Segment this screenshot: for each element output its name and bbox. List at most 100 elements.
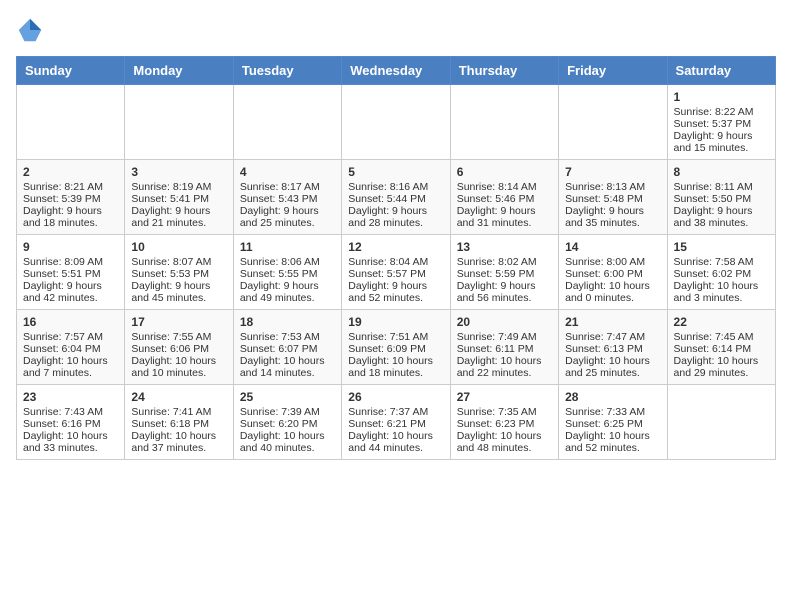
day-info: Sunset: 5:44 PM [348, 193, 443, 205]
calendar-cell: 10Sunrise: 8:07 AMSunset: 5:53 PMDayligh… [125, 235, 233, 310]
day-info: Daylight: 10 hours and 18 minutes. [348, 355, 443, 379]
day-info: Sunrise: 8:11 AM [674, 181, 769, 193]
day-number: 16 [23, 315, 118, 329]
day-info: Daylight: 10 hours and 52 minutes. [565, 430, 660, 454]
day-info: Daylight: 10 hours and 48 minutes. [457, 430, 552, 454]
day-info: Daylight: 9 hours and 21 minutes. [131, 205, 226, 229]
day-number: 12 [348, 240, 443, 254]
logo [16, 16, 48, 44]
calendar-cell: 13Sunrise: 8:02 AMSunset: 5:59 PMDayligh… [450, 235, 558, 310]
day-info: Daylight: 9 hours and 45 minutes. [131, 280, 226, 304]
day-info: Daylight: 9 hours and 35 minutes. [565, 205, 660, 229]
day-info: Sunset: 6:20 PM [240, 418, 335, 430]
day-info: Daylight: 10 hours and 25 minutes. [565, 355, 660, 379]
calendar-cell [342, 85, 450, 160]
calendar-cell [233, 85, 341, 160]
calendar-cell: 9 Sunrise: 8:09 AMSunset: 5:51 PMDaylight… [17, 235, 125, 310]
day-info: Sunset: 5:46 PM [457, 193, 552, 205]
day-number: 17 [131, 315, 226, 329]
calendar-cell [667, 385, 775, 460]
day-info: Sunset: 5:43 PM [240, 193, 335, 205]
calendar-cell: 11Sunrise: 8:06 AMSunset: 5:55 PMDayligh… [233, 235, 341, 310]
day-number: 13 [457, 240, 552, 254]
day-info: Sunset: 6:23 PM [457, 418, 552, 430]
day-info: Sunrise: 8:17 AM [240, 181, 335, 193]
calendar-table: SundayMondayTuesdayWednesdayThursdayFrid… [16, 56, 776, 460]
day-info: Sunset: 5:39 PM [23, 193, 118, 205]
day-info: Sunrise: 7:57 AM [23, 331, 118, 343]
day-info: Sunrise: 7:33 AM [565, 406, 660, 418]
day-info: Sunset: 6:21 PM [348, 418, 443, 430]
day-of-week-header: Thursday [450, 57, 558, 85]
day-number: 27 [457, 390, 552, 404]
day-info: Sunset: 5:51 PM [23, 268, 118, 280]
day-info: Daylight: 10 hours and 37 minutes. [131, 430, 226, 454]
calendar-cell [17, 85, 125, 160]
day-info: Sunset: 5:48 PM [565, 193, 660, 205]
day-info: Daylight: 10 hours and 10 minutes. [131, 355, 226, 379]
day-info: Sunset: 5:55 PM [240, 268, 335, 280]
day-number: 24 [131, 390, 226, 404]
day-info: Daylight: 10 hours and 29 minutes. [674, 355, 769, 379]
day-info: Sunset: 5:57 PM [348, 268, 443, 280]
calendar-cell: 23Sunrise: 7:43 AMSunset: 6:16 PMDayligh… [17, 385, 125, 460]
day-info: Sunrise: 7:45 AM [674, 331, 769, 343]
day-info: Sunset: 6:00 PM [565, 268, 660, 280]
day-info: Sunrise: 8:21 AM [23, 181, 118, 193]
calendar-cell: 15Sunrise: 7:58 AMSunset: 6:02 PMDayligh… [667, 235, 775, 310]
day-number: 22 [674, 315, 769, 329]
day-number: 28 [565, 390, 660, 404]
day-info: Sunrise: 7:43 AM [23, 406, 118, 418]
day-number: 6 [457, 165, 552, 179]
calendar-week-row: 9Sunrise: 8:09 AMSunset: 5:51 PMDaylight… [17, 235, 776, 310]
day-number: 2 [23, 165, 118, 179]
day-info: Sunrise: 7:51 AM [348, 331, 443, 343]
day-of-week-header: Sunday [17, 57, 125, 85]
day-info: Sunset: 6:13 PM [565, 343, 660, 355]
calendar-cell: 2Sunrise: 8:21 AMSunset: 5:39 PMDaylight… [17, 160, 125, 235]
day-info: Sunrise: 7:58 AM [674, 256, 769, 268]
day-number: 5 [348, 165, 443, 179]
day-number: 20 [457, 315, 552, 329]
calendar-cell: 27 Sunrise: 7:35 AMSunset: 6:23 PMDayligh… [450, 385, 558, 460]
calendar-cell: 21Sunrise: 7:47 AMSunset: 6:13 PMDayligh… [559, 310, 667, 385]
day-info: Sunset: 6:25 PM [565, 418, 660, 430]
calendar-cell [450, 85, 558, 160]
day-info: Sunset: 6:11 PM [457, 343, 552, 355]
day-info: Sunset: 6:09 PM [348, 343, 443, 355]
day-info: Sunset: 5:41 PM [131, 193, 226, 205]
day-info: Daylight: 9 hours and 42 minutes. [23, 280, 118, 304]
day-info: Sunrise: 7:35 AM [457, 406, 552, 418]
day-of-week-header: Wednesday [342, 57, 450, 85]
day-info: Daylight: 10 hours and 40 minutes. [240, 430, 335, 454]
calendar-cell: 22 Sunrise: 7:45 AMSunset: 6:14 PMDayligh… [667, 310, 775, 385]
calendar-cell: 19Sunrise: 7:51 AMSunset: 6:09 PMDayligh… [342, 310, 450, 385]
day-of-week-header: Monday [125, 57, 233, 85]
day-number: 10 [131, 240, 226, 254]
day-info: Sunrise: 7:55 AM [131, 331, 226, 343]
day-info: Sunset: 6:02 PM [674, 268, 769, 280]
day-info: Sunset: 6:07 PM [240, 343, 335, 355]
day-info: Daylight: 10 hours and 44 minutes. [348, 430, 443, 454]
day-info: Sunrise: 7:49 AM [457, 331, 552, 343]
calendar-week-row: 2 Sunrise: 8:21 AMSunset: 5:39 PM Daylight… [17, 160, 776, 235]
day-info: Sunset: 6:14 PM [674, 343, 769, 355]
day-info: Sunset: 5:37 PM [674, 118, 769, 130]
day-info: Sunrise: 7:47 AM [565, 331, 660, 343]
day-info: Daylight: 9 hours and 52 minutes. [348, 280, 443, 304]
calendar-cell: 16Sunrise: 7:57 AMSunset: 6:04 PMDayligh… [17, 310, 125, 385]
day-number: 4 [240, 165, 335, 179]
day-info: Sunrise: 8:06 AM [240, 256, 335, 268]
calendar-cell [559, 85, 667, 160]
day-number: 9 [23, 240, 118, 254]
day-info: Sunrise: 8:16 AM [348, 181, 443, 193]
calendar-cell: 5Sunrise: 8:16 AMSunset: 5:44 PMDaylight… [342, 160, 450, 235]
day-info: Sunrise: 7:53 AM [240, 331, 335, 343]
day-number: 18 [240, 315, 335, 329]
day-info: Sunrise: 8:09 AM [23, 256, 118, 268]
day-info: Daylight: 9 hours and 38 minutes. [674, 205, 769, 229]
day-info: Sunrise: 7:41 AM [131, 406, 226, 418]
day-info: Sunrise: 8:02 AM [457, 256, 552, 268]
day-info: Sunrise: 8:00 AM [565, 256, 660, 268]
day-number: 26 [348, 390, 443, 404]
